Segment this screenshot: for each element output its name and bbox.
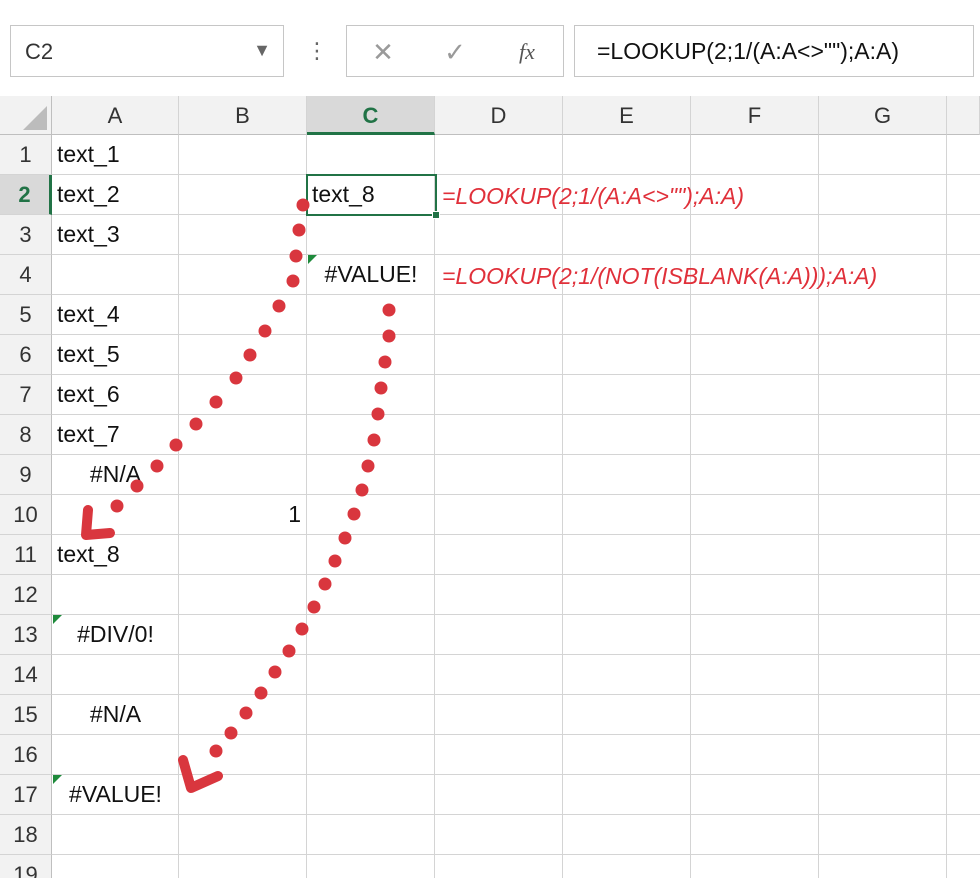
row-header-10[interactable]: 10	[0, 495, 52, 535]
row-header-9[interactable]: 9	[0, 455, 52, 495]
cell-a2[interactable]: text_2	[57, 174, 120, 214]
row-header-17[interactable]: 17	[0, 775, 52, 815]
grid-column-line	[690, 135, 691, 878]
row-header-11[interactable]: 11	[0, 535, 52, 575]
row-header-7[interactable]: 7	[0, 375, 52, 415]
row-header-18[interactable]: 18	[0, 815, 52, 855]
grid-column-line	[946, 135, 947, 878]
cell-c4[interactable]: #VALUE!	[307, 254, 435, 294]
grid-row-line	[52, 734, 980, 735]
cell-b10[interactable]: 1	[179, 494, 301, 534]
grid-row-line	[52, 254, 980, 255]
grid-column-line	[434, 135, 435, 878]
grid-row-line	[52, 574, 980, 575]
grid-column-line	[562, 135, 563, 878]
grid-row-line	[52, 654, 980, 655]
checkmark-icon[interactable]: ✓	[435, 34, 475, 70]
row-header-14[interactable]: 14	[0, 655, 52, 695]
grid-row-line	[52, 854, 980, 855]
name-box-value[interactable]: C2	[25, 39, 53, 65]
cell-a13[interactable]: #DIV/0!	[52, 614, 179, 654]
formula-bar: C2 ▼ ⋮ ✕ ✓ fx =LOOKUP(2;1/(A:A<>"");A:A)	[0, 0, 980, 100]
cell-a1[interactable]: text_1	[57, 134, 120, 174]
cell-a15[interactable]: #N/A	[52, 694, 179, 734]
error-indicator-icon	[308, 255, 317, 264]
cell-a9[interactable]: #N/A	[52, 454, 179, 494]
grid-row-line	[52, 454, 980, 455]
formula-text[interactable]: =LOOKUP(2;1/(A:A<>"");A:A)	[597, 38, 899, 65]
fill-handle[interactable]	[432, 211, 440, 219]
cell-a8[interactable]: text_7	[57, 414, 120, 454]
row-header-1[interactable]: 1	[0, 135, 52, 175]
grid-row-line	[52, 814, 980, 815]
column-header-d[interactable]: D	[435, 96, 563, 135]
grid-row-line	[52, 774, 980, 775]
row-header-6[interactable]: 6	[0, 335, 52, 375]
error-indicator-icon	[53, 615, 62, 624]
column-header-b[interactable]: B	[179, 96, 307, 135]
chevron-down-icon[interactable]: ▼	[253, 40, 271, 61]
row-header-13[interactable]: 13	[0, 615, 52, 655]
column-header-c[interactable]: C	[307, 96, 435, 135]
row-header-4[interactable]: 4	[0, 255, 52, 295]
formula-input[interactable]: =LOOKUP(2;1/(A:A<>"");A:A)	[574, 25, 974, 77]
row-header-16[interactable]: 16	[0, 735, 52, 775]
row-header-15[interactable]: 15	[0, 695, 52, 735]
grid-column-line	[306, 135, 307, 878]
grid-row-line	[52, 614, 980, 615]
grid-row-line	[52, 534, 980, 535]
annotation-formula-row2: =LOOKUP(2;1/(A:A<>"");A:A)	[442, 183, 745, 209]
select-all-icon	[23, 106, 47, 130]
grid-row-line	[52, 334, 980, 335]
column-header-partial[interactable]	[947, 96, 980, 135]
grid-column-line	[818, 135, 819, 878]
cell-a5[interactable]: text_4	[57, 294, 120, 334]
close-icon[interactable]: ✕	[363, 34, 403, 70]
name-box[interactable]: C2 ▼	[10, 25, 284, 77]
cell-a3[interactable]: text_3	[57, 214, 120, 254]
more-options-icon[interactable]: ⋮	[306, 34, 328, 68]
annotation-formula-row4: =LOOKUP(2;1/(NOT(ISBLANK(A:A)));A:A)	[442, 263, 878, 289]
grid-row-line	[52, 374, 980, 375]
grid-row-line	[52, 174, 980, 175]
cell-a6[interactable]: text_5	[57, 334, 120, 374]
insert-function-icon[interactable]: fx	[507, 34, 547, 70]
grid-row-line	[52, 694, 980, 695]
column-header-a[interactable]: A	[52, 96, 179, 135]
row-header-3[interactable]: 3	[0, 215, 52, 255]
active-cell-border	[306, 174, 437, 216]
grid-row-line	[52, 414, 980, 415]
select-all-button[interactable]	[0, 96, 52, 135]
formula-buttons: ✕ ✓ fx	[346, 25, 564, 77]
row-header-5[interactable]: 5	[0, 295, 52, 335]
cell-a11[interactable]: text_8	[57, 534, 120, 574]
row-header-12[interactable]: 12	[0, 575, 52, 615]
row-header-8[interactable]: 8	[0, 415, 52, 455]
row-header-2[interactable]: 2	[0, 175, 52, 215]
column-header-g[interactable]: G	[819, 96, 947, 135]
cell-a7[interactable]: text_6	[57, 374, 120, 414]
column-header-e[interactable]: E	[563, 96, 691, 135]
cell-a17[interactable]: #VALUE!	[52, 774, 179, 814]
row-header-19[interactable]: 19	[0, 855, 52, 878]
error-indicator-icon	[53, 775, 62, 784]
column-header-f[interactable]: F	[691, 96, 819, 135]
